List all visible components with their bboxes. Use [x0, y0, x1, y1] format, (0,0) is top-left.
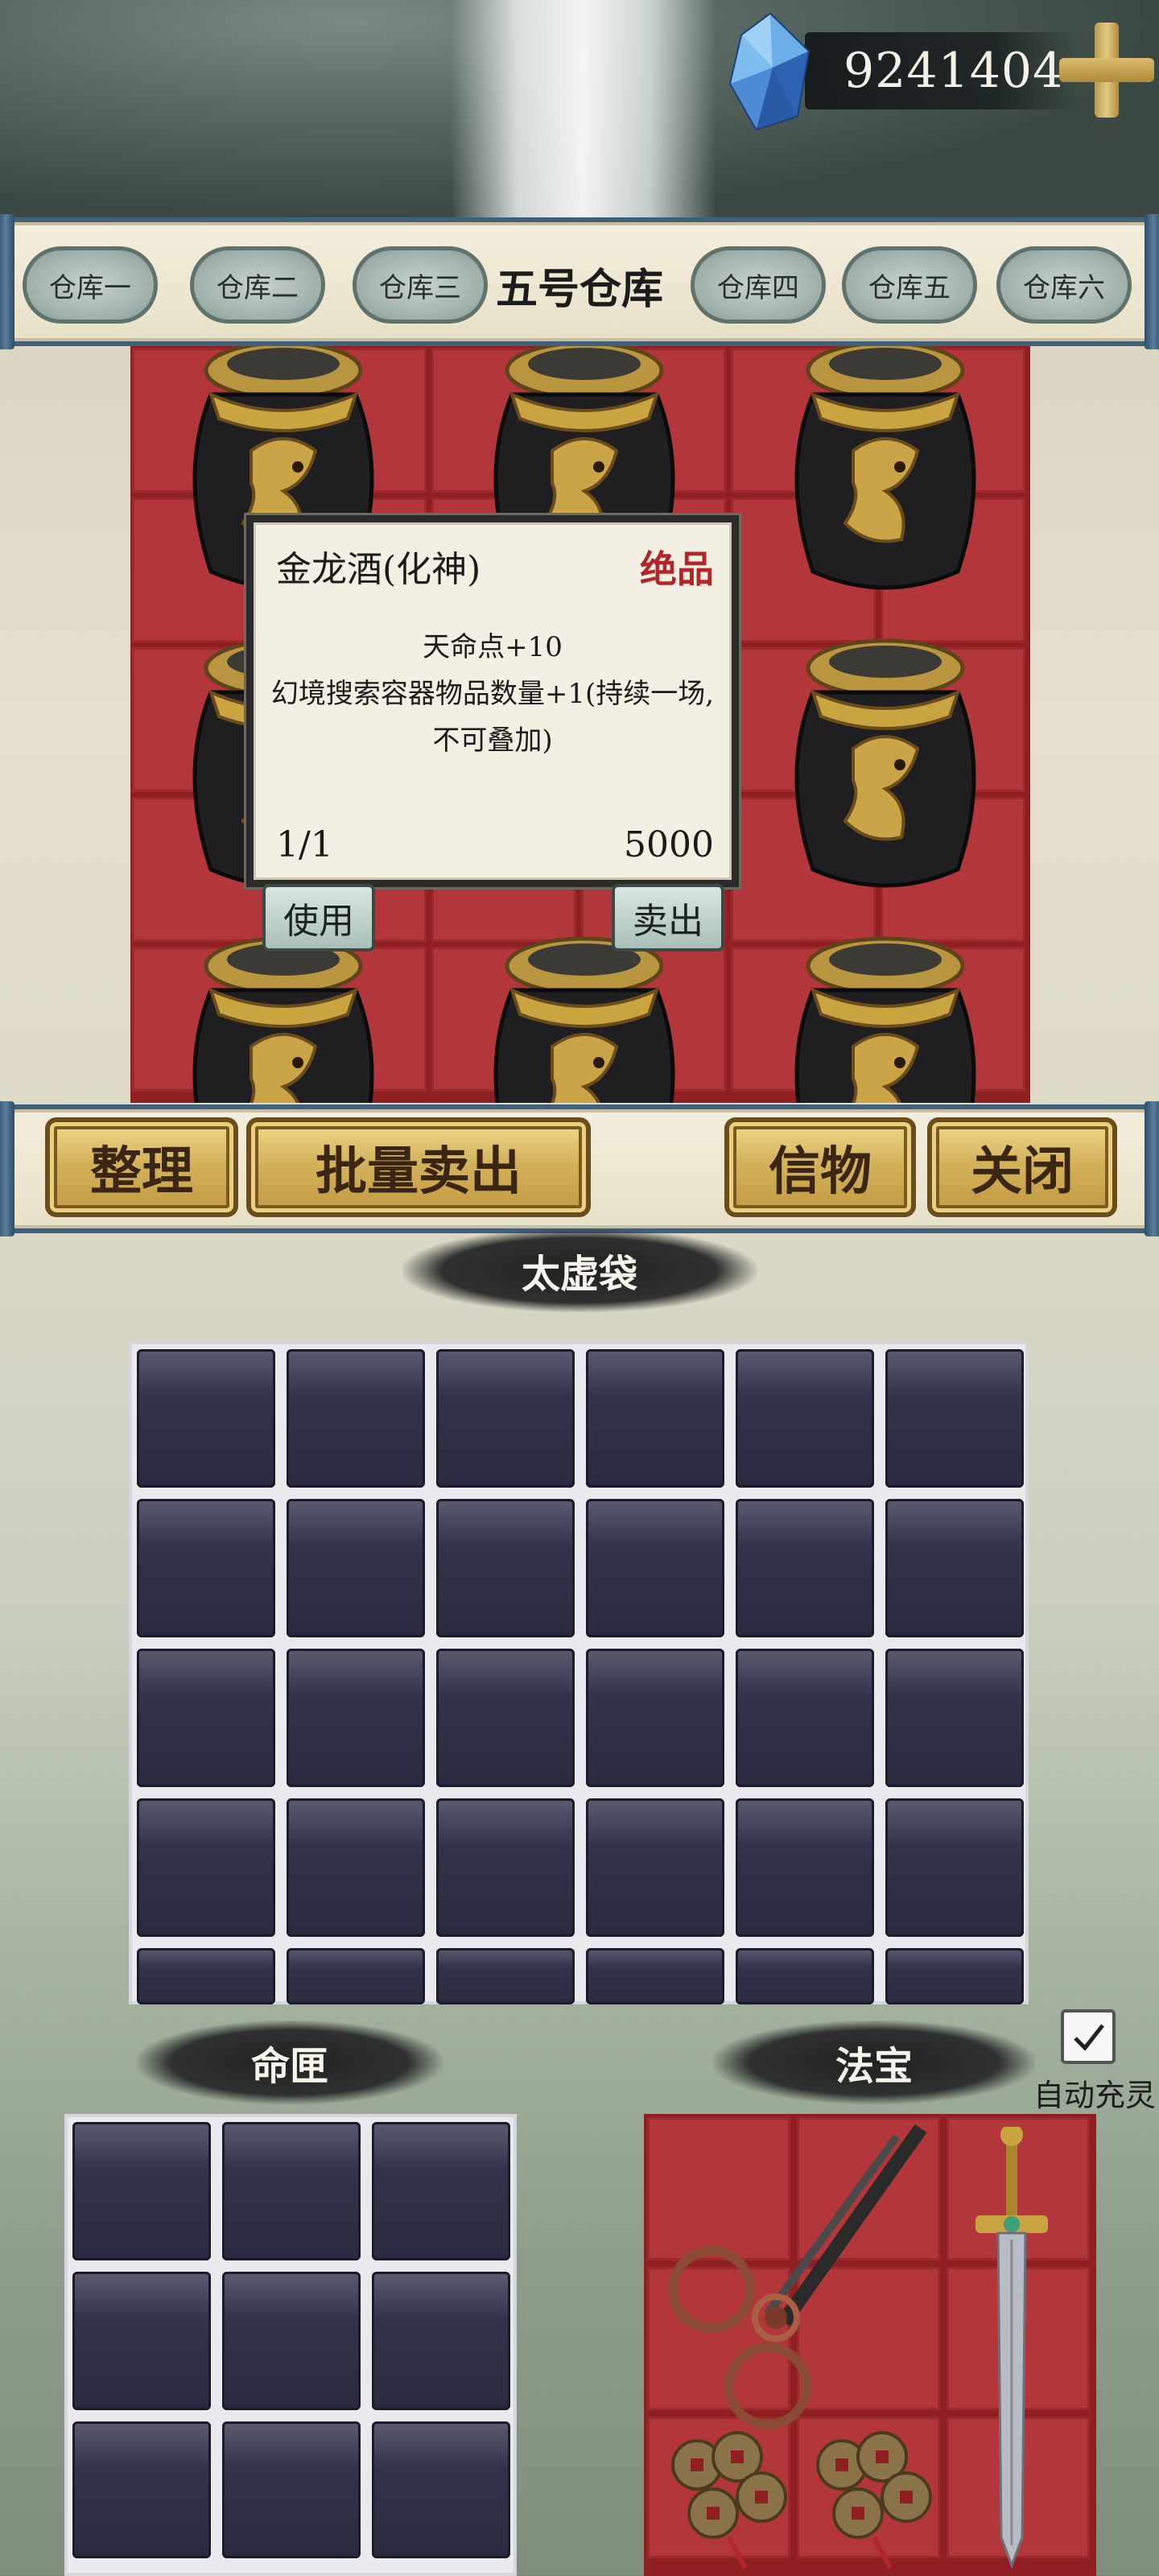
sort-button[interactable]: 整理	[45, 1117, 238, 1217]
bag-slot[interactable]	[436, 1948, 575, 2004]
bag-slot[interactable]	[436, 1798, 575, 1937]
bag-slot[interactable]	[137, 1948, 275, 2004]
scissors-icon[interactable]	[655, 2120, 929, 2442]
bag-slot[interactable]	[287, 1499, 425, 1637]
batch-sell-button[interactable]: 批量卖出	[246, 1117, 591, 1217]
bag-slot[interactable]	[885, 1649, 1024, 1787]
fate-box-slot[interactable]	[372, 2272, 510, 2410]
bag-slot[interactable]	[287, 1649, 425, 1787]
fate-box-grid	[64, 2114, 517, 2576]
bag-slot[interactable]	[436, 1349, 575, 1488]
sell-button[interactable]: 卖出	[612, 884, 724, 952]
token-button[interactable]: 信物	[724, 1117, 916, 1217]
close-button[interactable]: 关闭	[927, 1117, 1117, 1217]
bag-slot[interactable]	[287, 1349, 425, 1488]
treasure-title-banner: 法宝	[713, 2021, 1035, 2104]
bag-slot[interactable]	[287, 1948, 425, 2004]
tab-warehouse-5-active[interactable]: 五号仓库	[491, 246, 668, 324]
fate-box-slot[interactable]	[72, 2122, 211, 2260]
fate-box-title: 命匣	[250, 2044, 328, 2089]
tab-warehouse-3[interactable]: 仓库三	[353, 246, 488, 324]
tab-warehouse-1[interactable]: 仓库一	[23, 246, 158, 324]
tab-warehouse-2[interactable]: 仓库二	[190, 246, 325, 324]
golden-dragon-wine-jar-icon[interactable]	[765, 346, 1006, 604]
add-currency-plus-icon[interactable]	[1059, 23, 1154, 118]
bag-grid	[129, 1341, 1029, 2004]
fate-box-slot[interactable]	[222, 2421, 361, 2558]
sword-icon[interactable]	[959, 2127, 1064, 2570]
fate-box-title-banner: 命匣	[137, 2021, 443, 2104]
warehouse-tab-bar: 仓库一 仓库二 仓库三 五号仓库 仓库四 仓库五 仓库六	[0, 214, 1159, 349]
bag-slot[interactable]	[586, 1349, 724, 1488]
bag-slot[interactable]	[586, 1948, 724, 2004]
item-name: 金龙酒(化神)	[276, 549, 481, 590]
bag-slot[interactable]	[736, 1499, 874, 1637]
golden-dragon-wine-jar-icon[interactable]	[163, 934, 404, 1103]
item-price: 5000	[624, 824, 714, 865]
bag-slot[interactable]	[736, 1649, 874, 1787]
tab-warehouse-4[interactable]: 仓库四	[691, 246, 826, 324]
coin-string-icon[interactable]	[649, 2417, 802, 2570]
golden-dragon-wine-jar-icon[interactable]	[765, 934, 1006, 1103]
bag-slot[interactable]	[586, 1499, 724, 1637]
fate-box-slot[interactable]	[72, 2272, 211, 2410]
fate-box-slot[interactable]	[222, 2272, 361, 2410]
coin-string-icon[interactable]	[794, 2417, 947, 2570]
bag-slot[interactable]	[586, 1798, 724, 1937]
fate-box-slot[interactable]	[222, 2122, 361, 2260]
waterfall	[451, 0, 716, 217]
tab-warehouse-5[interactable]: 仓库五	[842, 246, 977, 324]
bag-slot[interactable]	[436, 1649, 575, 1787]
bag-slot[interactable]	[885, 1349, 1024, 1488]
bag-slot[interactable]	[137, 1349, 275, 1488]
bag-slot[interactable]	[736, 1798, 874, 1937]
bag-slot[interactable]	[137, 1798, 275, 1937]
fate-box-slot[interactable]	[372, 2122, 510, 2260]
bag-slot[interactable]	[436, 1499, 575, 1637]
golden-dragon-wine-jar-icon[interactable]	[765, 636, 1006, 902]
bag-slot[interactable]	[885, 1798, 1024, 1937]
bag-slot[interactable]	[885, 1948, 1024, 2004]
item-count: 1/1	[276, 824, 333, 865]
auto-charge-label: 自动充灵	[1033, 2078, 1157, 2113]
treasure-grid	[644, 2114, 1096, 2576]
currency-amount: 9241404	[843, 43, 1065, 99]
treasure-title: 法宝	[835, 2044, 913, 2089]
crystal-gem-icon	[728, 12, 810, 131]
fate-box-slot[interactable]	[72, 2421, 211, 2558]
bag-slot[interactable]	[885, 1499, 1024, 1637]
auto-charge-checkbox[interactable]	[1061, 2009, 1116, 2064]
checkmark-icon	[1074, 2024, 1104, 2051]
fate-box-slot[interactable]	[372, 2421, 510, 2558]
item-tooltip: 金龙酒(化神) 绝品 天命点+10 幻境搜索容器物品数量+1(持续一场, 不可叠…	[246, 515, 739, 887]
item-description: 天命点+10 幻境搜索容器物品数量+1(持续一场, 不可叠加)	[270, 631, 715, 757]
bag-slot[interactable]	[137, 1499, 275, 1637]
bag-title: 太虚袋	[521, 1252, 637, 1297]
bag-slot[interactable]	[287, 1798, 425, 1937]
tab-warehouse-6[interactable]: 仓库六	[996, 246, 1132, 324]
bag-title-banner: 太虚袋	[402, 1228, 757, 1312]
bag-slot[interactable]	[736, 1948, 874, 2004]
golden-dragon-wine-jar-icon[interactable]	[464, 934, 705, 1103]
bag-slot[interactable]	[736, 1349, 874, 1488]
bag-slot[interactable]	[137, 1649, 275, 1787]
item-grade: 绝品	[640, 547, 714, 591]
use-button[interactable]: 使用	[262, 884, 375, 952]
bag-slot[interactable]	[586, 1649, 724, 1787]
